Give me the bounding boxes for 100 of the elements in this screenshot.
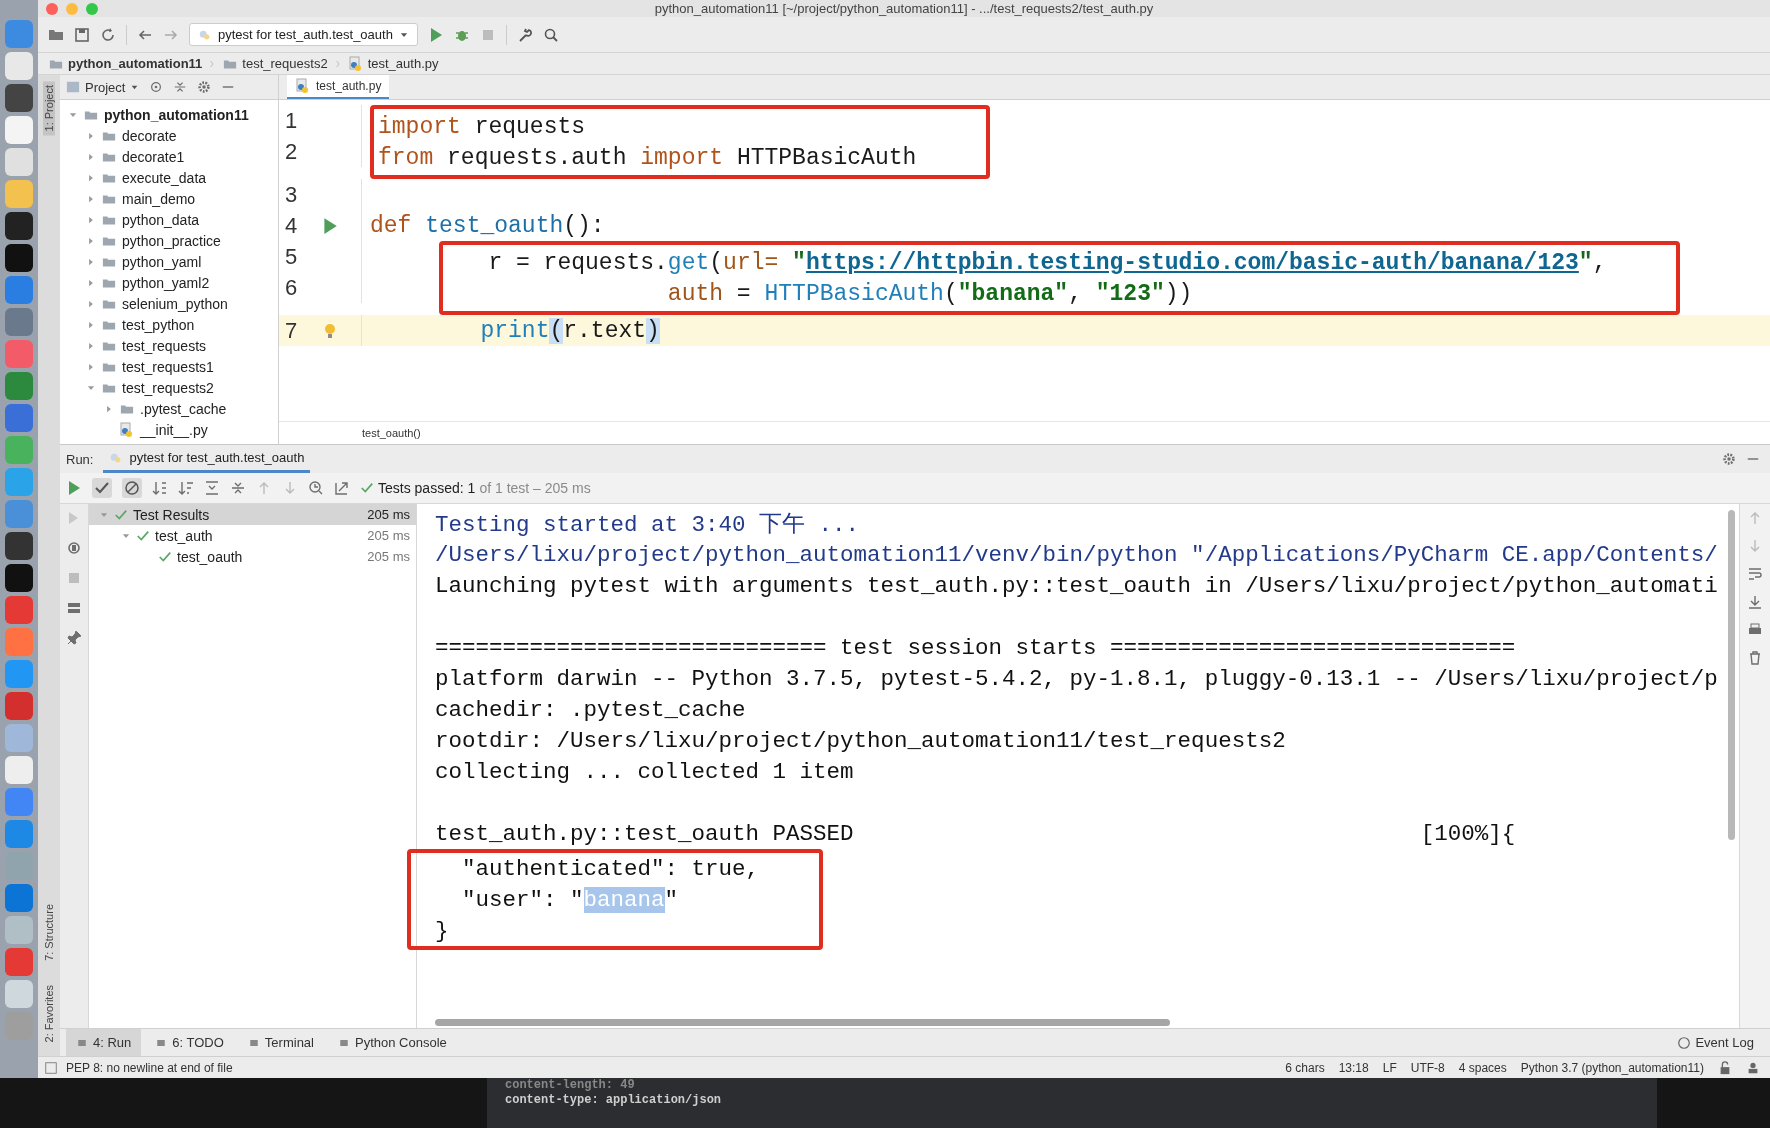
code-breadcrumb[interactable]: test_oauth() — [362, 427, 421, 439]
locate-icon[interactable] — [149, 80, 164, 94]
breadcrumb-item[interactable]: test_requests2 — [242, 56, 328, 71]
check-icon — [114, 507, 128, 522]
scrollbar-thumb[interactable] — [435, 1018, 1170, 1026]
settings-icon[interactable] — [1722, 452, 1736, 466]
line-number: 1 — [285, 107, 299, 134]
console-line: Launching pytest with arguments test_auth.py::test_oauth in /Users/lixu/project/python_automati — [435, 572, 1718, 599]
tool-window-tab[interactable]: 4: Run — [66, 1029, 142, 1056]
scrollbar-thumb[interactable] — [1728, 510, 1735, 840]
console-line: "authenticated": true, — [461, 855, 760, 882]
sort-alpha-icon[interactable] — [152, 480, 168, 496]
breadcrumb-item[interactable]: python_automation11 — [68, 56, 203, 71]
status-item[interactable]: Python 3.7 (python_automation11) — [1520, 1060, 1704, 1075]
status-item[interactable]: 4 spaces — [1458, 1060, 1507, 1075]
tool-window-tab[interactable]: 1: Project — [43, 81, 55, 136]
editor-tab[interactable]: test_auth.py — [287, 75, 390, 99]
status-item[interactable]: 13:18 — [1338, 1060, 1369, 1075]
stop-icon[interactable] — [66, 570, 82, 586]
tree-item[interactable]: python_yaml — [122, 253, 202, 270]
lock-icon[interactable] — [1718, 1060, 1732, 1075]
checkbox-icon[interactable] — [44, 1060, 58, 1075]
code-line: import requests — [378, 113, 586, 140]
search-icon[interactable] — [542, 26, 559, 43]
settings-icon[interactable] — [197, 80, 212, 94]
console-line: } — [435, 917, 449, 944]
test-duration: 205 ms — [367, 507, 410, 522]
tree-item[interactable]: selenium_python — [122, 295, 228, 312]
app-icon[interactable] — [5, 564, 33, 592]
terminal-line: content-type: application/json — [505, 1093, 723, 1108]
tree-item[interactable]: python_practice — [122, 232, 221, 249]
rerun-icon[interactable] — [66, 480, 82, 496]
scroll-to-end-icon[interactable] — [1747, 594, 1763, 610]
soft-wrap-icon[interactable] — [1747, 566, 1763, 582]
tests-summary: of 1 test – 205 ms — [479, 480, 591, 496]
console-line: collecting ... collected 1 item — [435, 758, 854, 785]
pin-icon[interactable] — [66, 630, 82, 646]
code-line: def test_oauth(): — [369, 212, 605, 239]
trash-icon[interactable] — [1747, 650, 1763, 666]
app-icon[interactable] — [5, 244, 33, 272]
tree-item[interactable]: test_requests2 — [122, 379, 214, 396]
tree-item[interactable]: __init__.py — [140, 421, 208, 438]
python-file-icon — [119, 421, 135, 438]
tool-window-tab[interactable]: 7: Structure — [43, 899, 55, 965]
status-item[interactable]: LF — [1382, 1060, 1397, 1075]
line-number: 3 — [285, 181, 299, 208]
close-button[interactable] — [46, 2, 58, 15]
lightbulb-icon[interactable] — [322, 321, 338, 340]
tests-passed-count: 1 — [467, 480, 476, 496]
export-icon[interactable] — [334, 480, 350, 496]
tree-item[interactable]: python_data — [122, 211, 200, 228]
check-icon — [136, 528, 150, 543]
line-number: 5 — [285, 243, 299, 270]
status-item[interactable]: UTF-8 — [1410, 1060, 1445, 1075]
test-duration: 205 ms — [367, 549, 410, 564]
tool-window-tab[interactable]: 2: Favorites — [43, 980, 55, 1046]
code-line: r = requests.get(url= "https://httpbin.testing-studio.com/basic-auth/banana/123", — [487, 249, 1607, 276]
tree-item[interactable]: python_automation11 — [104, 106, 249, 123]
breadcrumb-item[interactable]: test_auth.py — [367, 56, 439, 71]
collapse-all-icon[interactable] — [230, 480, 246, 496]
test-result-item[interactable]: test_auth — [155, 527, 213, 544]
status-item[interactable]: 6 chars — [1285, 1060, 1325, 1075]
sync-icon[interactable] — [100, 26, 116, 43]
history-icon[interactable] — [308, 480, 324, 496]
run-icon[interactable] — [321, 216, 339, 235]
collapse-all-icon[interactable] — [173, 80, 188, 94]
tree-item[interactable]: execute_data — [122, 169, 207, 186]
tree-item[interactable]: decorate — [122, 127, 177, 144]
test-result-item[interactable]: test_oauth — [177, 548, 243, 565]
status-message: PEP 8: no newline at end of file — [66, 1060, 233, 1075]
run-label: Run: — [66, 451, 94, 467]
zoom-button[interactable] — [86, 2, 98, 15]
tree-item[interactable]: .pytest_cache — [140, 400, 227, 417]
terminal-line: content-length: 49 — [505, 1078, 636, 1093]
app-icon[interactable] — [5, 212, 33, 240]
app-icon[interactable] — [5, 84, 33, 112]
tree-item[interactable]: test_requests1 — [122, 358, 214, 375]
tree-item[interactable]: main_demo — [122, 190, 196, 207]
tree-item[interactable]: decorate1 — [122, 148, 185, 165]
app-icon[interactable] — [5, 532, 33, 560]
tool-window-tab[interactable]: 6: TODO — [145, 1029, 234, 1056]
tree-item[interactable]: python_yaml2 — [122, 274, 210, 291]
save-icon[interactable] — [74, 26, 90, 43]
window-title: python_automation11 [~/project/python_automation11] - .../test_requests2/test_auth.py — [654, 1, 1154, 16]
code-line: from requests.auth import HTTPBasicAuth — [378, 144, 917, 171]
tool-window-tab[interactable]: Python Console — [328, 1029, 457, 1056]
code-line: print(r.text) — [479, 317, 660, 344]
panel-icon — [66, 80, 80, 94]
run-configuration-dropdown[interactable]: pytest for test_auth.test_oauth — [189, 23, 418, 46]
test-duration: 205 ms — [367, 528, 410, 543]
console-line: test_auth.py::test_oauth PASSED [100%]{ — [435, 820, 1516, 847]
event-log-button[interactable]: Event Log — [1695, 1035, 1754, 1050]
tool-window-tab[interactable]: Terminal — [237, 1029, 324, 1056]
line-number: 2 — [285, 138, 299, 165]
line-number: 6 — [285, 274, 299, 301]
tree-item[interactable]: test_requests — [122, 337, 207, 354]
sort-duration-icon[interactable] — [178, 480, 194, 496]
test-result-item[interactable]: Test Results — [133, 506, 210, 523]
expand-all-icon[interactable] — [204, 480, 220, 496]
tree-item[interactable]: test_python — [122, 316, 195, 333]
